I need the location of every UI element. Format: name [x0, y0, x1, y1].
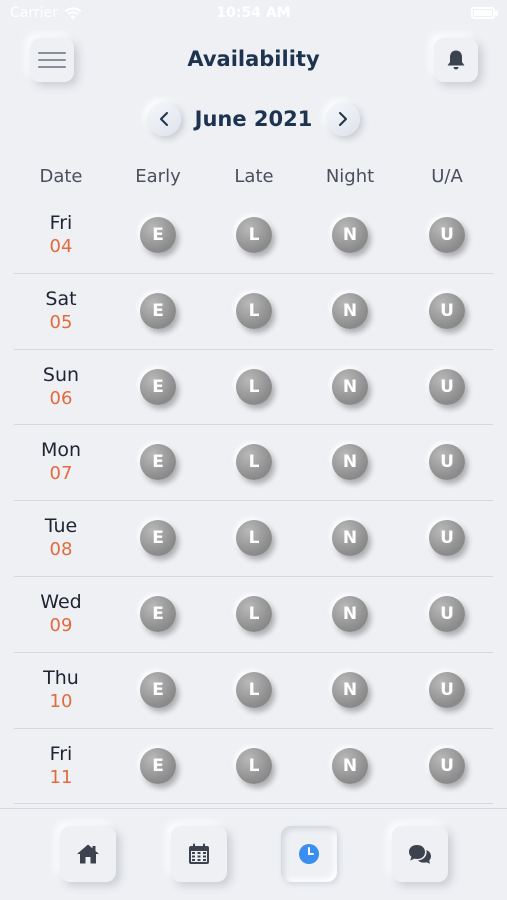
chevron-left-icon	[159, 112, 168, 126]
column-header-late: Late	[234, 166, 274, 187]
bell-icon	[447, 50, 465, 70]
day-of-week: Fri	[49, 742, 73, 765]
shift-ua-button[interactable]: U	[429, 292, 465, 329]
day-number: 04	[49, 236, 73, 257]
shift-night-button[interactable]: N	[332, 671, 368, 708]
shift-early-button[interactable]: E	[140, 595, 176, 632]
table-row: Fri 04 E L N U	[14, 198, 493, 274]
shift-early-button[interactable]: E	[140, 368, 176, 405]
availability-list: Fri 04 E L N U Sat 05 E L N U Sun 06 E L N U Mon 07 E L N U Tue 0…	[0, 198, 507, 804]
chevron-right-icon	[339, 112, 348, 126]
day-number: 06	[49, 387, 73, 409]
status-bar: Carrier 10:54 AM	[0, 0, 507, 28]
column-header-night: Night	[325, 166, 375, 187]
calendar-icon	[189, 843, 209, 864]
shift-ua-button[interactable]: U	[429, 595, 465, 632]
shift-ua-button[interactable]: U	[429, 217, 465, 253]
shift-early-button[interactable]: E	[140, 292, 176, 329]
shift-ua-button[interactable]: U	[429, 747, 465, 784]
bottom-navigation	[0, 808, 507, 900]
day-number: 05	[49, 311, 73, 333]
shift-ua-button[interactable]: U	[429, 368, 465, 405]
shift-night-button[interactable]: N	[332, 368, 368, 405]
next-month-button[interactable]	[326, 102, 361, 136]
nav-calendar-button[interactable]	[171, 826, 227, 882]
column-headers: Date Early Late Night U/A	[0, 166, 507, 192]
day-of-week: Thu	[43, 666, 79, 689]
table-row: Sat 05 E L N U	[14, 274, 493, 350]
chat-icon	[409, 845, 431, 864]
shift-late-button[interactable]: L	[236, 747, 272, 784]
table-row: Mon 07 E L N U	[14, 425, 493, 502]
date-cell: Sun 06	[43, 363, 79, 411]
shift-late-button[interactable]: L	[236, 292, 272, 329]
date-cell: Wed 09	[40, 590, 81, 638]
shift-late-button[interactable]: L	[236, 217, 272, 253]
table-row: Fri 11 E L N U	[14, 729, 493, 804]
notifications-button[interactable]	[434, 38, 478, 82]
date-cell: Thu 10	[43, 666, 79, 714]
column-header-date: Date	[39, 166, 83, 187]
nav-messages-button[interactable]	[392, 826, 448, 882]
shift-late-button[interactable]: L	[236, 671, 272, 708]
date-cell: Mon 07	[41, 438, 81, 486]
shift-early-button[interactable]: E	[140, 520, 176, 557]
shift-night-button[interactable]: N	[332, 520, 368, 557]
date-cell: Tue 08	[45, 514, 77, 562]
date-cell: Fri 11	[50, 742, 73, 790]
shift-night-button[interactable]: N	[332, 595, 368, 632]
day-number: 10	[49, 690, 73, 712]
day-of-week: Sun	[42, 363, 80, 386]
availability-screen: Carrier 10:54 AM Availability June 2021 …	[0, 0, 507, 900]
status-time: 10:54 AM	[216, 5, 291, 21]
shift-night-button[interactable]: N	[332, 444, 368, 481]
month-selector: June 2021	[0, 100, 507, 138]
column-header-ua: U/A	[431, 166, 463, 187]
day-number: 07	[49, 463, 73, 485]
nav-home-button[interactable]	[60, 826, 116, 882]
clock-icon	[299, 844, 319, 864]
day-of-week: Tue	[44, 515, 78, 538]
day-number: 09	[49, 614, 73, 636]
table-row: Sun 06 E L N U	[14, 350, 493, 426]
shift-night-button[interactable]: N	[332, 217, 368, 253]
shift-early-button[interactable]: E	[140, 217, 176, 253]
battery-icon	[471, 7, 498, 19]
shift-early-button[interactable]: E	[140, 747, 176, 784]
shift-late-button[interactable]: L	[236, 368, 272, 405]
shift-late-button[interactable]: L	[236, 444, 272, 481]
shift-early-button[interactable]: E	[140, 671, 176, 708]
day-of-week: Sat	[45, 287, 77, 310]
shift-night-button[interactable]: N	[332, 747, 368, 784]
month-label: June 2021	[194, 107, 313, 131]
column-header-early: Early	[135, 166, 181, 187]
day-number: 08	[49, 539, 73, 561]
table-row: Thu 10 E L N U	[14, 653, 493, 729]
day-number: 11	[49, 766, 73, 788]
home-icon	[77, 844, 99, 864]
day-of-week: Wed	[40, 590, 82, 613]
shift-ua-button[interactable]: U	[429, 444, 465, 481]
shift-night-button[interactable]: N	[332, 292, 368, 329]
date-cell: Sat 05	[45, 287, 76, 335]
shift-late-button[interactable]: L	[236, 595, 272, 632]
table-row: Tue 08 E L N U	[14, 501, 493, 577]
nav-availability-button[interactable]	[281, 826, 337, 882]
day-of-week: Mon	[40, 439, 82, 462]
shift-ua-button[interactable]: U	[429, 671, 465, 708]
previous-month-button[interactable]	[146, 102, 181, 136]
table-row: Wed 09 E L N U	[14, 577, 493, 653]
shift-early-button[interactable]: E	[140, 444, 176, 481]
day-of-week: Fri	[49, 212, 73, 234]
page-title: Availability	[187, 47, 320, 71]
shift-ua-button[interactable]: U	[429, 520, 465, 557]
date-cell: Fri 04	[50, 211, 73, 259]
shift-late-button[interactable]: L	[236, 520, 272, 557]
